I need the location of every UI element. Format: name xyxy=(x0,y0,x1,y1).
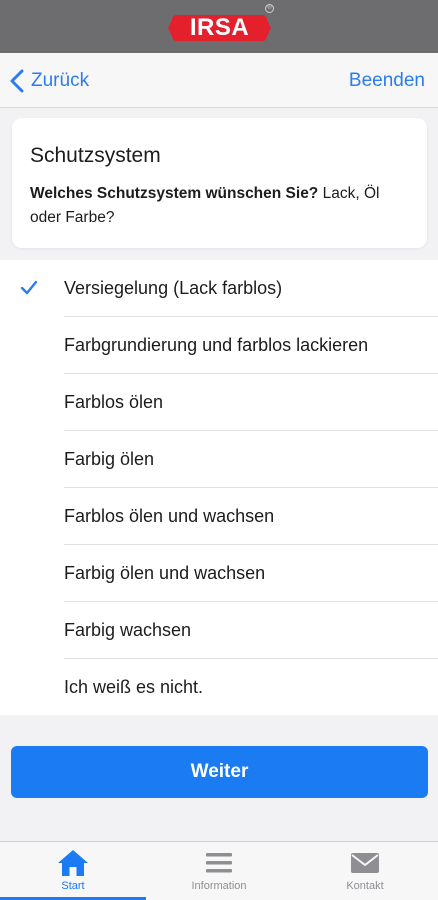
tab-label: Kontakt xyxy=(346,880,384,892)
option-item[interactable]: Farblos ölen xyxy=(0,374,438,431)
app-screen: IRSA ® Zurück Beenden Schutzsystem Welch… xyxy=(0,0,438,900)
logo-text: IRSA xyxy=(189,14,250,41)
navigation-bar: Zurück Beenden xyxy=(0,53,438,108)
back-label: Zurück xyxy=(31,70,90,91)
option-label: Farblos ölen und wachsen xyxy=(64,506,275,526)
option-item[interactable]: Farbig wachsen xyxy=(0,602,438,659)
mail-icon xyxy=(351,853,379,873)
option-item[interactable]: Ich weiß es nicht. xyxy=(0,659,438,716)
option-item[interactable]: Farblos ölen und wachsen xyxy=(0,488,438,545)
home-icon xyxy=(58,850,88,876)
option-label: Farbig wachsen xyxy=(64,620,192,640)
tab-label: Start xyxy=(61,880,85,892)
menu-icon xyxy=(206,853,232,873)
option-label: Farblos ölen xyxy=(64,392,164,412)
weiter-button[interactable]: Weiter xyxy=(11,746,428,798)
option-label: Farbgrundierung und farblos lackieren xyxy=(64,335,369,355)
option-item[interactable]: Versiegelung (Lack farblos) xyxy=(0,260,438,317)
tab-label: Information xyxy=(191,880,247,892)
registered-mark: ® xyxy=(265,4,274,13)
tab-start[interactable]: Start xyxy=(0,842,146,900)
option-item[interactable]: Farbgrundierung und farblos lackieren xyxy=(0,317,438,374)
irsa-logo: IRSA xyxy=(168,14,271,42)
checkmark-icon xyxy=(20,280,38,295)
question-text: Welches Schutzsystem wünschen Sie? Lack,… xyxy=(30,182,409,230)
chevron-left-icon xyxy=(10,69,24,93)
end-button[interactable]: Beenden xyxy=(349,66,425,96)
brand-header: IRSA ® xyxy=(0,0,438,53)
option-item[interactable]: Farbig ölen xyxy=(0,431,438,488)
option-label: Versiegelung (Lack farblos) xyxy=(64,278,283,298)
option-item[interactable]: Farbig ölen und wachsen xyxy=(0,545,438,602)
option-label: Farbig ölen xyxy=(64,449,155,469)
question-card: Schutzsystem Welches Schutzsystem wünsch… xyxy=(12,118,427,248)
tab-bar: Start Information Kontakt xyxy=(0,841,438,900)
options-list: Versiegelung (Lack farblos) Farbgrundier… xyxy=(0,260,438,715)
tab-kontakt[interactable]: Kontakt xyxy=(292,842,438,900)
question-title: Schutzsystem xyxy=(30,144,161,167)
option-label: Ich weiß es nicht. xyxy=(64,677,204,697)
back-button[interactable]: Zurück xyxy=(10,66,89,96)
tab-information[interactable]: Information xyxy=(146,842,292,900)
question-prompt-bold: Welches Schutzsystem wünschen Sie? xyxy=(30,185,319,202)
option-label: Farbig ölen und wachsen xyxy=(64,563,266,583)
